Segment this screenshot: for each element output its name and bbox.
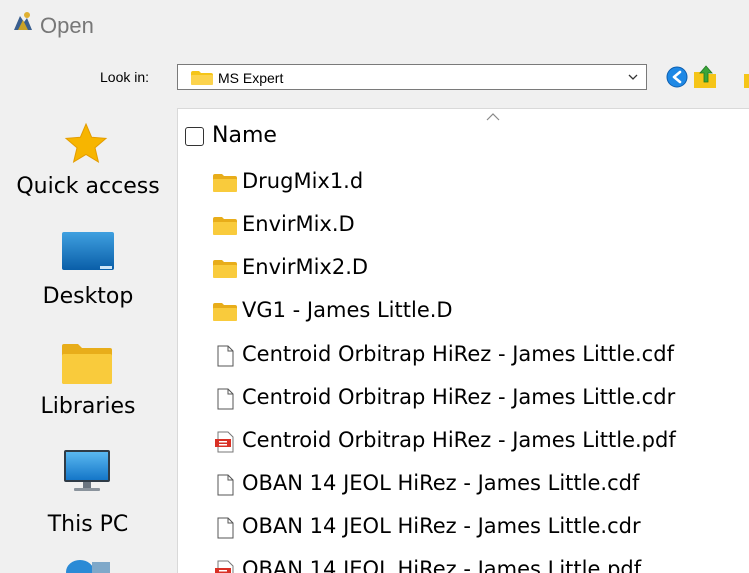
title-bar: Open: [0, 0, 749, 50]
place-quick-access[interactable]: Quick access: [0, 118, 176, 218]
file-name: Centroid Orbitrap HiRez - James Little.c…: [242, 342, 674, 366]
file-row[interactable]: OBAN 14 JEOL HiRez - James Little.cdr: [178, 510, 749, 544]
back-button[interactable]: [666, 66, 688, 88]
window-title: Open: [40, 13, 94, 38]
file-row[interactable]: DrugMix1.d: [178, 165, 749, 199]
file-row[interactable]: Centroid Orbitrap HiRez - James Little.p…: [178, 424, 749, 458]
file-row[interactable]: Centroid Orbitrap HiRez - James Little.c…: [178, 338, 749, 372]
document-icon: [217, 388, 234, 410]
folder-icon: [213, 174, 237, 192]
look-in-label: Look in:: [100, 69, 150, 85]
select-all-checkbox[interactable]: [185, 127, 204, 146]
place-label-quick-access: Quick access: [16, 174, 160, 199]
file-name: Centroid Orbitrap HiRez - James Little.c…: [242, 385, 676, 409]
file-row[interactable]: EnvirMix2.D: [178, 251, 749, 285]
place-label-this-pc: This PC: [47, 512, 129, 537]
new-folder-button[interactable]: [742, 70, 749, 90]
folder-icon: [213, 260, 237, 278]
file-list[interactable]: Name DrugMix1.d EnvirMix.D EnvirMix2.D V…: [177, 108, 749, 573]
chevron-down-icon: [628, 74, 638, 80]
place-label-libraries: Libraries: [40, 394, 136, 419]
file-row[interactable]: EnvirMix.D: [178, 208, 749, 242]
column-header-name[interactable]: Name: [212, 123, 277, 149]
places-bar: Quick access Desktop Libraries This PC: [0, 108, 176, 573]
file-row[interactable]: OBAN 14 JEOL HiRez - James Little.cdf: [178, 467, 749, 501]
place-network[interactable]: [0, 552, 176, 573]
file-name: OBAN 14 JEOL HiRez - James Little.pdf: [242, 557, 642, 573]
desktop-icon: [62, 232, 114, 270]
document-icon: [217, 345, 234, 367]
look-in-value: MS Expert: [218, 70, 284, 86]
computer-icon: [64, 450, 110, 491]
up-folder-button[interactable]: [692, 64, 718, 90]
network-icon: [66, 560, 110, 573]
place-desktop[interactable]: Desktop: [0, 224, 176, 324]
file-name: OBAN 14 JEOL HiRez - James Little.cdr: [242, 514, 641, 538]
file-name: VG1 - James Little.D: [242, 298, 453, 322]
file-name: OBAN 14 JEOL HiRez - James Little.cdf: [242, 471, 640, 495]
place-this-pc[interactable]: This PC: [0, 450, 176, 550]
app-icon: [14, 12, 32, 30]
folder-icon: [213, 303, 237, 321]
file-row[interactable]: VG1 - James Little.D: [178, 294, 749, 328]
pdf-icon: [215, 431, 234, 453]
document-icon: [217, 517, 234, 539]
folder-icon: [191, 71, 213, 85]
document-icon: [217, 474, 234, 496]
file-name: EnvirMix.D: [242, 212, 355, 236]
place-label-desktop: Desktop: [42, 284, 134, 309]
file-row[interactable]: Centroid Orbitrap HiRez - James Little.c…: [178, 381, 749, 415]
file-name: Centroid Orbitrap HiRez - James Little.p…: [242, 428, 676, 452]
file-name: EnvirMix2.D: [242, 255, 369, 279]
sort-ascending-icon: [486, 113, 500, 121]
folder-icon: [213, 217, 237, 235]
file-name: DrugMix1.d: [242, 169, 364, 193]
pdf-icon: [215, 560, 234, 573]
star-icon: [64, 122, 108, 164]
file-row[interactable]: OBAN 14 JEOL HiRez - James Little.pdf: [178, 553, 749, 573]
libraries-icon: [62, 344, 112, 384]
place-libraries[interactable]: Libraries: [0, 336, 176, 436]
look-in-dropdown[interactable]: MS Expert: [177, 64, 647, 90]
